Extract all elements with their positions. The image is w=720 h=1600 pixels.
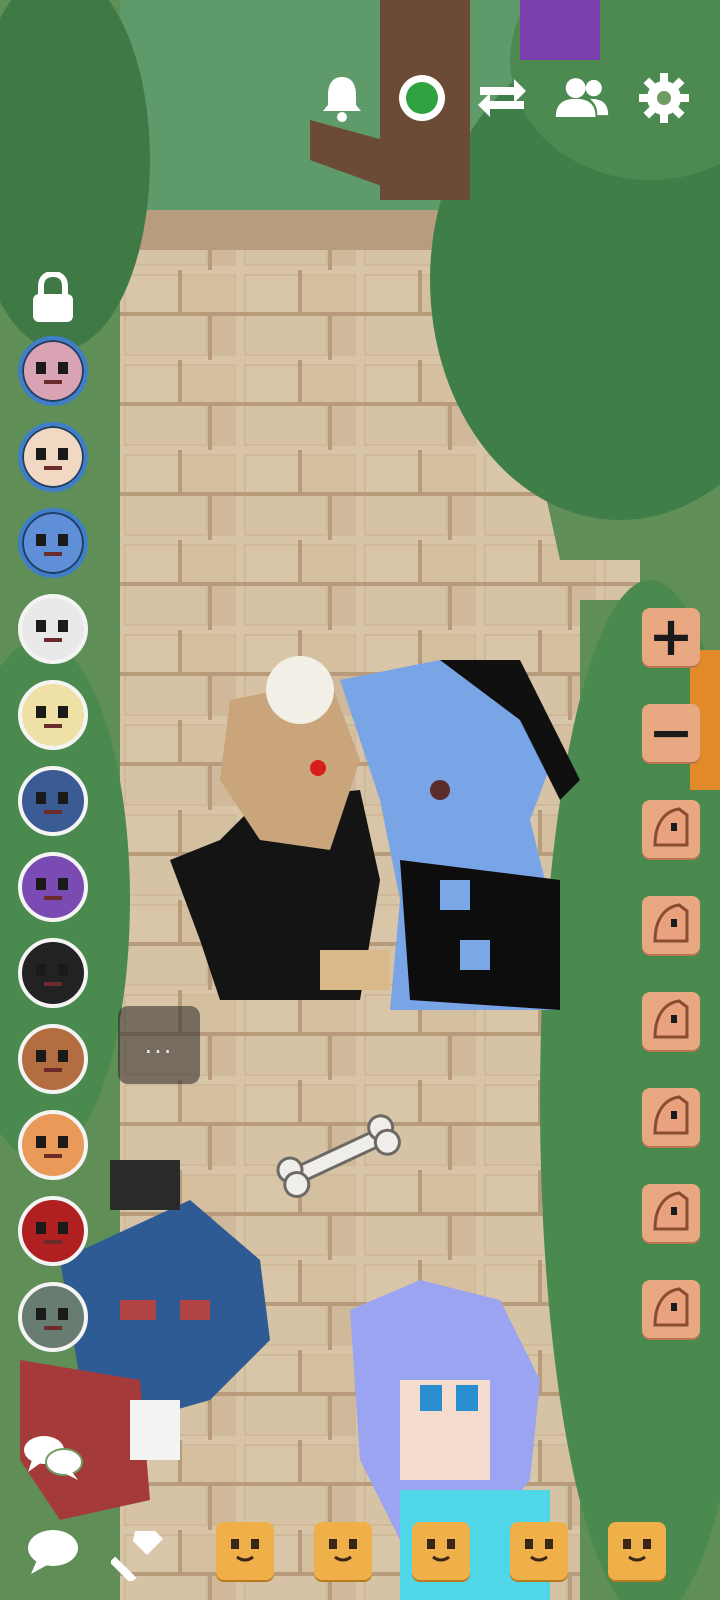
swap-icon: [478, 79, 526, 117]
pony-expression-icon: [649, 901, 693, 949]
chat-log-button[interactable]: [22, 1432, 84, 1482]
avatar-red-pony[interactable]: [18, 1196, 88, 1266]
pony-expression-icon: [649, 997, 693, 1045]
avatar-face: [22, 598, 84, 660]
avatar-pink-hair[interactable]: [18, 336, 88, 406]
avatar-black-pony[interactable]: [18, 938, 88, 1008]
friends-button[interactable]: [554, 70, 610, 126]
avatar-face: [22, 856, 84, 918]
chat-log-icon: [24, 1436, 83, 1480]
emote-face-icon: [321, 1529, 365, 1573]
avatar-face: [22, 426, 84, 488]
avatar-face: [22, 1286, 84, 1348]
avatar-face: [22, 1200, 84, 1262]
avatar-gray-pony[interactable]: [18, 1282, 88, 1352]
avatar-face: [22, 770, 84, 832]
emote-face-icon: [615, 1529, 659, 1573]
typing-indicator: ...: [118, 1006, 200, 1084]
online-status-icon: [399, 75, 445, 121]
avatar-blonde-pony[interactable]: [18, 680, 88, 750]
expression-button-6[interactable]: [642, 1280, 700, 1338]
friends-icon: [555, 78, 609, 117]
avatar-cream-pony[interactable]: [18, 422, 88, 492]
bell-icon: [323, 77, 361, 122]
chat-button[interactable]: [22, 1528, 84, 1578]
emote-button-2[interactable]: [314, 1522, 372, 1580]
plus-icon: +: [648, 605, 694, 668]
pony-expression-icon: [649, 1285, 693, 1333]
build-button[interactable]: [108, 1528, 170, 1581]
emote-face-icon: [419, 1529, 463, 1573]
status-button[interactable]: [394, 70, 450, 126]
emote-face-icon: [517, 1529, 561, 1573]
emote-button-3[interactable]: [412, 1522, 470, 1580]
avatar-white-pony[interactable]: [18, 594, 88, 664]
avatar-face: [22, 684, 84, 746]
minus-icon: −: [648, 701, 694, 764]
game-scene[interactable]: [0, 0, 720, 1600]
avatar-dark-blue-pony[interactable]: [18, 766, 88, 836]
chat-icon: [28, 1530, 78, 1574]
notifications-button[interactable]: [314, 70, 370, 126]
emote-button-5[interactable]: [608, 1522, 666, 1580]
avatar-face: [22, 340, 84, 402]
avatar-brown-hair-pony[interactable]: [18, 1024, 88, 1094]
lock-icon: [33, 270, 73, 322]
pony-expression-icon: [649, 1093, 693, 1141]
avatar-blue-pony[interactable]: [18, 508, 88, 578]
expression-button-2[interactable]: [642, 896, 700, 954]
pony-expression-icon: [649, 805, 693, 853]
expression-button-4[interactable]: [642, 1088, 700, 1146]
lock-button[interactable]: [30, 270, 76, 324]
emote-face-icon: [223, 1529, 267, 1573]
pony-expression-icon: [649, 1189, 693, 1237]
swap-button[interactable]: [474, 70, 530, 126]
hammer-icon: [111, 1531, 163, 1581]
avatar-face: [22, 1114, 84, 1176]
avatar-orange-pony[interactable]: [18, 1110, 88, 1180]
zoom-out-button[interactable]: −: [642, 704, 700, 762]
avatar-face: [22, 1028, 84, 1090]
avatar-face: [22, 942, 84, 1004]
emote-button-1[interactable]: [216, 1522, 274, 1580]
settings-button[interactable]: [636, 70, 692, 126]
gear-icon: [639, 73, 689, 123]
expression-button-1[interactable]: [642, 800, 700, 858]
zoom-in-button[interactable]: +: [642, 608, 700, 666]
emote-button-4[interactable]: [510, 1522, 568, 1580]
avatar-face: [22, 512, 84, 574]
expression-button-5[interactable]: [642, 1184, 700, 1242]
expression-button-3[interactable]: [642, 992, 700, 1050]
avatar-purple-pony[interactable]: [18, 852, 88, 922]
